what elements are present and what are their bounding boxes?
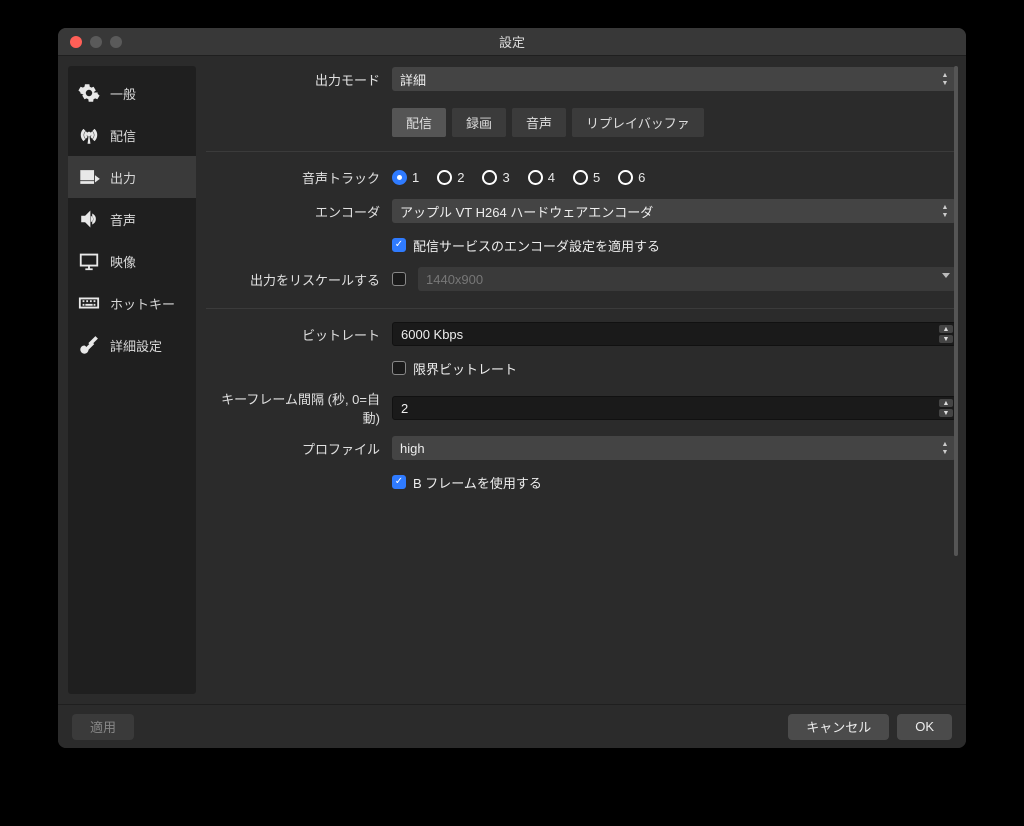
sidebar-item-label: 一般 [110,84,136,103]
sidebar-item-label: 配信 [110,126,136,145]
limit-bitrate-checkbox[interactable]: 限界ビットレート [392,359,517,378]
keyboard-icon [78,292,100,314]
footer: 適用 キャンセル OK [58,704,966,748]
updown-icon: ▲▼ [938,201,952,221]
monitor-icon [78,250,100,272]
rescale-row: 出力をリスケールする 1440x900 [206,266,956,292]
sidebar-item-label: 出力 [110,168,136,187]
gear-icon [78,82,100,104]
audio-track-row: 音声トラック 1 2 3 4 5 6 [206,164,956,190]
main-area: 一般 配信 出力 音声 [58,56,966,704]
tools-icon [78,334,100,356]
encoder-row: エンコーダ アップル VT H264 ハードウェアエンコーダ ▲▼ [206,198,956,224]
scroll-thumb[interactable] [954,66,958,556]
audio-track-4[interactable]: 4 [528,170,555,185]
tab-streaming[interactable]: 配信 [392,108,446,137]
updown-icon: ▲▼ [938,438,952,458]
rescale-checkbox[interactable] [392,272,406,286]
scrollbar[interactable] [954,66,958,694]
updown-icon: ▲▼ [938,69,952,89]
step-down[interactable]: ▼ [939,409,953,417]
profile-row: プロファイル high ▲▼ [206,435,956,461]
keyframe-label: キーフレーム間隔 (秒, 0=自動) [206,389,384,427]
output-mode-row: 出力モード 詳細 ▲▼ [206,66,956,92]
sidebar-item-advanced[interactable]: 詳細設定 [68,324,196,366]
sidebar-item-label: 音声 [110,210,136,229]
step-up[interactable]: ▲ [939,399,953,407]
encoder-label: エンコーダ [206,202,384,221]
profile-value: high [400,441,425,456]
keyframe-input[interactable]: 2 ▲▼ [392,396,956,420]
divider [206,151,956,152]
bframes-label: B フレームを使用する [413,473,542,492]
keyframe-row: キーフレーム間隔 (秒, 0=自動) 2 ▲▼ [206,389,956,427]
ok-button[interactable]: OK [897,714,952,740]
window-body: 一般 配信 出力 音声 [58,56,966,748]
sidebar-item-output[interactable]: 出力 [68,156,196,198]
bframes-checkbox[interactable]: B フレームを使用する [392,473,542,492]
apply-service-label: 配信サービスのエンコーダ設定を適用する [413,236,660,255]
sidebar-item-audio[interactable]: 音声 [68,198,196,240]
sidebar-item-label: 映像 [110,252,136,271]
content-panel: 出力モード 詳細 ▲▼ 配信 録画 音声 [206,66,956,694]
limit-bitrate-row: 限界ビットレート [206,355,956,381]
titlebar: 設定 [58,28,966,56]
sidebar: 一般 配信 出力 音声 [68,66,196,694]
bitrate-value: 6000 Kbps [401,327,463,342]
settings-window: 設定 一般 配信 [58,28,966,748]
rescale-label: 出力をリスケールする [206,270,384,289]
tab-replay-buffer[interactable]: リプレイバッファ [572,108,704,137]
profile-label: プロファイル [206,439,384,458]
audio-track-6[interactable]: 6 [618,170,645,185]
audio-track-label: 音声トラック [206,168,384,187]
limit-bitrate-label: 限界ビットレート [413,359,517,378]
audio-track-1[interactable]: 1 [392,170,419,185]
bitrate-row: ビットレート 6000 Kbps ▲▼ [206,321,956,347]
apply-service-checkbox[interactable]: 配信サービスのエンコーダ設定を適用する [392,236,660,255]
chevron-down-icon [942,273,950,278]
apply-button[interactable]: 適用 [72,714,134,740]
bitrate-input[interactable]: 6000 Kbps ▲▼ [392,322,956,346]
step-up[interactable]: ▲ [939,325,953,333]
keyframe-value: 2 [401,401,408,416]
audio-track-5[interactable]: 5 [573,170,600,185]
step-down[interactable]: ▼ [939,335,953,343]
bframes-row: B フレームを使用する [206,469,956,495]
speaker-icon [78,208,100,230]
bitrate-label: ビットレート [206,325,384,344]
encoder-value: アップル VT H264 ハードウェアエンコーダ [400,202,653,221]
cancel-button[interactable]: キャンセル [788,714,889,740]
output-mode-select[interactable]: 詳細 ▲▼ [392,67,956,91]
encoder-select[interactable]: アップル VT H264 ハードウェアエンコーダ ▲▼ [392,199,956,223]
sidebar-item-hotkeys[interactable]: ホットキー [68,282,196,324]
profile-select[interactable]: high ▲▼ [392,436,956,460]
output-mode-label: 出力モード [206,70,384,89]
stepper-icon: ▲▼ [939,324,953,344]
divider [206,308,956,309]
audio-track-2[interactable]: 2 [437,170,464,185]
rescale-select: 1440x900 [418,267,956,291]
output-tabs: 配信 録画 音声 リプレイバッファ [392,108,704,137]
tab-audio[interactable]: 音声 [512,108,566,137]
window-title: 設定 [58,32,966,51]
sidebar-item-general[interactable]: 一般 [68,72,196,114]
sidebar-item-label: ホットキー [110,294,175,313]
sidebar-item-video[interactable]: 映像 [68,240,196,282]
antenna-icon [78,124,100,146]
tab-recording[interactable]: 録画 [452,108,506,137]
audio-track-group: 1 2 3 4 5 6 [392,170,645,185]
sidebar-item-stream[interactable]: 配信 [68,114,196,156]
sidebar-item-label: 詳細設定 [110,336,162,355]
apply-service-row: 配信サービスのエンコーダ設定を適用する [206,232,956,258]
output-mode-value: 詳細 [400,70,426,89]
output-icon [78,166,100,188]
rescale-placeholder: 1440x900 [426,272,483,287]
stepper-icon: ▲▼ [939,398,953,418]
audio-track-3[interactable]: 3 [482,170,509,185]
